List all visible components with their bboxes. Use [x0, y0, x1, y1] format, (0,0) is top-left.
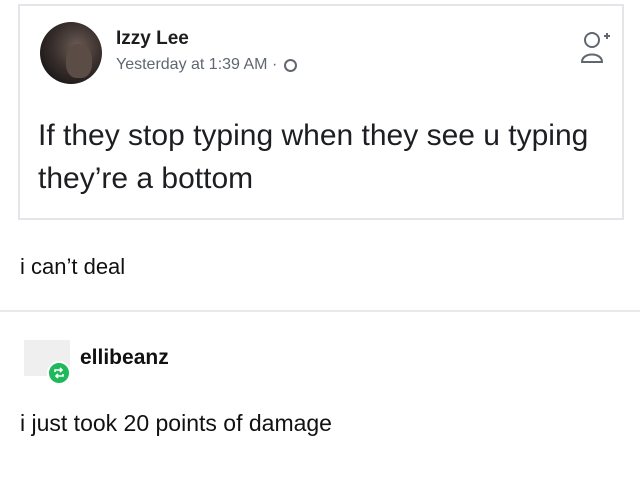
username[interactable]: ellibeanz	[80, 346, 169, 370]
reblog-icon	[47, 361, 71, 385]
add-friend-icon[interactable]	[580, 28, 612, 68]
post-timestamp[interactable]: Yesterday at 1:39 AM ·	[116, 56, 277, 74]
divider	[0, 310, 640, 312]
globe-icon	[284, 58, 298, 72]
reply-text: i can’t deal	[20, 254, 126, 279]
post-meta: Yesterday at 1:39 AM ·	[116, 56, 298, 74]
facebook-post-card: Izzy Lee Yesterday at 1:39 AM · If they …	[18, 4, 624, 220]
post-text: If they stop typing when they see u typi…	[38, 119, 589, 195]
author-name[interactable]: Izzy Lee	[116, 28, 189, 50]
reply-text-2: i just took 20 points of damage	[20, 410, 332, 436]
author-avatar[interactable]	[40, 22, 102, 84]
